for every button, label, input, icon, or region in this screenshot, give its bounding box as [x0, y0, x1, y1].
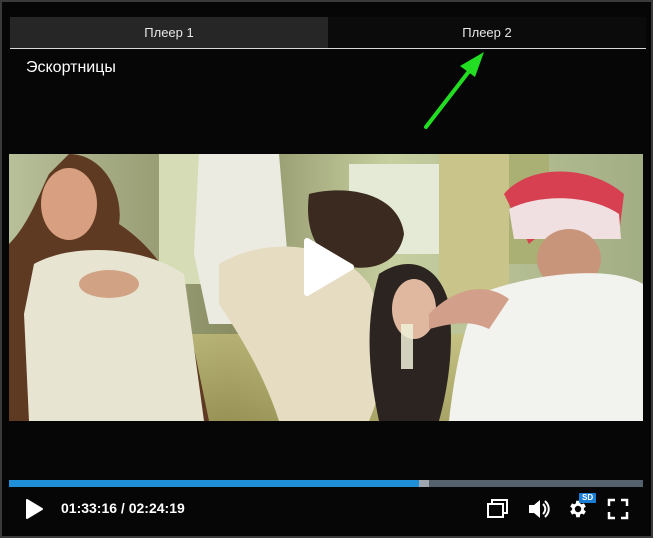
time-separator: / — [117, 500, 129, 516]
tab-player-2-label: Плеер 2 — [462, 25, 512, 40]
player-controls: 01:33:16 / 02:24:19 — [9, 490, 643, 528]
video-title: Эскортницы — [26, 59, 116, 76]
time-display: 01:33:16 / 02:24:19 — [61, 500, 185, 516]
seek-bar[interactable] — [9, 480, 643, 487]
big-play-icon[interactable] — [297, 237, 357, 297]
tab-player-1[interactable]: Плеер 1 — [10, 17, 328, 48]
tab-player-1-label: Плеер 1 — [144, 25, 194, 40]
seek-bar-played — [9, 480, 420, 487]
volume-icon[interactable] — [527, 498, 551, 520]
tab-player-2[interactable]: Плеер 2 — [328, 17, 646, 48]
play-icon[interactable] — [24, 498, 44, 520]
duration: 02:24:19 — [128, 500, 185, 516]
fullscreen-icon[interactable] — [607, 498, 629, 520]
current-time: 01:33:16 — [61, 500, 118, 516]
miniplayer-icon[interactable] — [487, 499, 509, 519]
player-tabs: Плеер 1 Плеер 2 — [10, 17, 646, 49]
quality-badge: SD — [579, 493, 597, 503]
